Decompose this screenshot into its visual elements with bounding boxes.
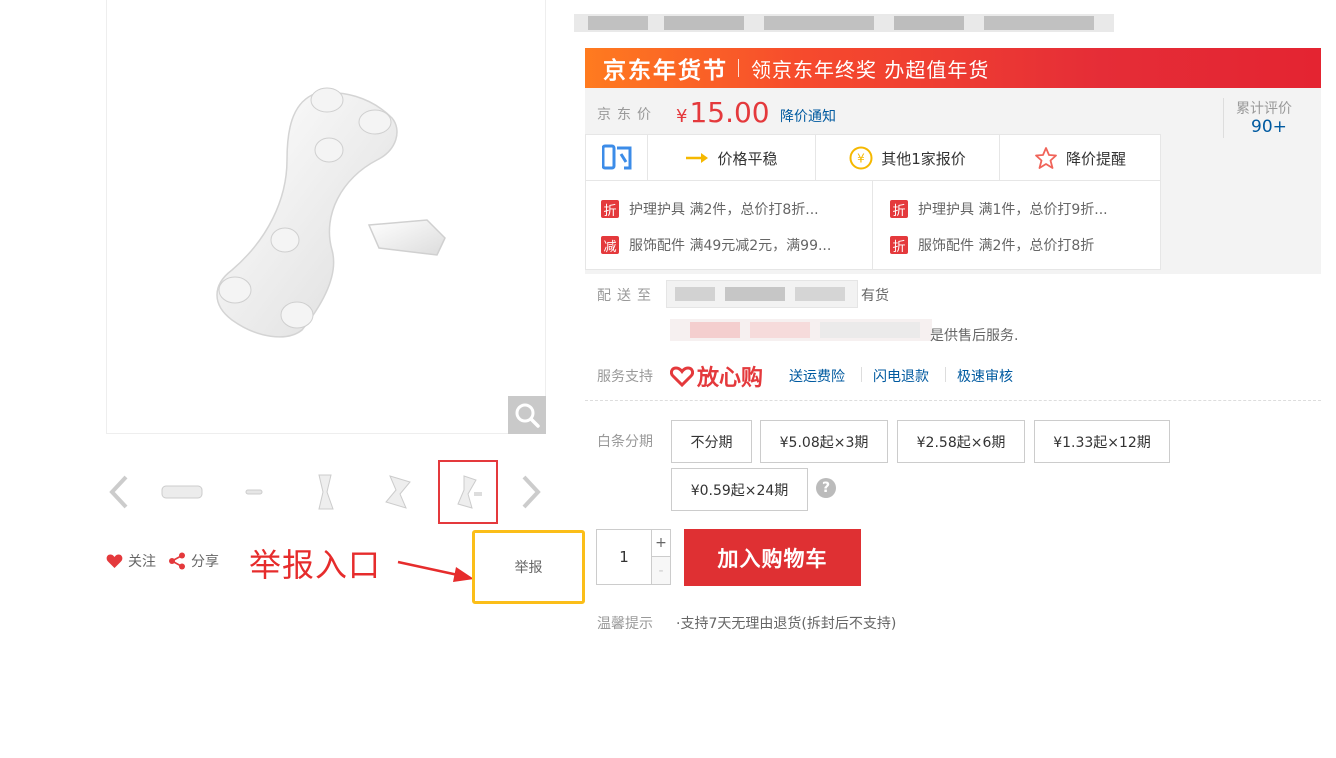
stock-status: 有货 [861, 288, 889, 304]
promo-item[interactable]: 减 服饰配件 满49元减2元，满99... [601, 235, 831, 255]
yen-coin-icon: ¥ [849, 146, 873, 170]
share-button[interactable]: 分享 [168, 551, 219, 571]
installment-option-none[interactable]: 不分期 [671, 420, 752, 463]
heart-outline-icon [670, 366, 694, 387]
promo-text: 护理护具 满1件，总价打9折... [918, 202, 1108, 218]
promo-text: 服饰配件 满2件，总价打8折 [918, 238, 1095, 254]
price-tools-table: 价格平稳 ¥ 其他1家报价 降价提醒 折 护理护具 满2件，总价打8折... 折… [585, 134, 1161, 270]
service-info-redacted [670, 315, 932, 345]
service-link-fast-refund[interactable]: 闪电退款 [873, 366, 929, 386]
chevron-right-icon [522, 475, 541, 509]
help-question-icon[interactable]: ? [816, 478, 836, 498]
fangxin-label: 放心购 [697, 366, 764, 391]
follow-label: 关注 [128, 554, 156, 570]
banner-title: 京东年货节 [603, 58, 728, 84]
thumbnail-prev-arrow[interactable] [104, 472, 134, 512]
promo-tag-discount: 折 [601, 200, 619, 219]
thumbnail-2[interactable] [224, 460, 284, 524]
promo-text: 服饰配件 满49元减2元，满99... [629, 238, 832, 254]
installment-option-12[interactable]: ¥1.33起×12期 [1034, 420, 1170, 463]
tip-text: ·支持7天无理由退货(拆封后不支持) [676, 616, 897, 632]
currency-symbol: ¥ [676, 106, 688, 127]
banner-subtitle: 领京东年终奖 办超值年货 [751, 57, 990, 82]
share-icon [169, 552, 185, 570]
price-amount: 15.00 [689, 96, 770, 129]
zoom-magnifier-button[interactable] [508, 396, 546, 434]
promo-tag-discount: 折 [890, 236, 908, 255]
main-product-image [106, 0, 546, 434]
thumbnail-next-arrow[interactable] [516, 472, 546, 512]
thumbnail-image [161, 485, 203, 499]
thumbnail-3[interactable] [296, 460, 356, 524]
thumbnail-5-selected[interactable] [438, 460, 498, 524]
quantity-input[interactable]: 1 [596, 529, 652, 585]
installment-option-3[interactable]: ¥5.08起×3期 [760, 420, 888, 463]
promo-divider [872, 181, 873, 269]
installment-label: 白条分期 [597, 434, 653, 450]
price-tools-row: 价格平稳 ¥ 其他1家报价 降价提醒 [586, 135, 1160, 181]
price-label: 京东价 [597, 107, 657, 123]
chevron-left-icon [109, 475, 128, 509]
star-outline-icon [1035, 147, 1057, 169]
service-divider [861, 367, 862, 382]
service-support-label: 服务支持 [597, 369, 653, 385]
follow-button[interactable]: 关注 [106, 551, 156, 571]
service-link-fast-review[interactable]: 极速审核 [957, 366, 1013, 386]
installment-option-24[interactable]: ¥0.59起×24期 [671, 468, 808, 511]
tool-price-stable[interactable]: 价格平稳 [648, 135, 816, 181]
price-value: ¥15.00 [676, 96, 770, 129]
price-drop-notice-link[interactable]: 降价通知 [780, 106, 836, 126]
svg-text:¥: ¥ [857, 152, 865, 166]
thumbnail-image [318, 474, 334, 510]
quantity-decrease-button[interactable]: - [651, 556, 671, 585]
report-label: 举报 [514, 560, 543, 576]
tool-other-quotes[interactable]: ¥ 其他1家报价 [816, 135, 1000, 181]
promo-tag-discount: 折 [890, 200, 908, 219]
fangxin-badge[interactable]: 放心购 [670, 360, 763, 392]
service-info-tail: 是供售后服务. [930, 328, 1019, 344]
search-icon [515, 403, 540, 428]
rating-divider [1223, 98, 1224, 138]
tool-price-alert[interactable]: 降价提醒 [1000, 135, 1160, 181]
tip-label: 温馨提示 [597, 616, 653, 632]
service-divider [945, 367, 946, 382]
rating-label: 累计评价 [1236, 101, 1292, 117]
tool-gou[interactable] [586, 135, 648, 181]
promo-item[interactable]: 折 服饰配件 满2件，总价打8折 [890, 235, 1094, 255]
product-title-redacted [574, 14, 1114, 32]
promo-tag-reduce: 减 [601, 236, 619, 255]
tool-price-stable-label: 价格平稳 [717, 149, 778, 168]
service-link-shipping-insurance[interactable]: 送运费险 [789, 366, 845, 386]
thumbnail-4[interactable] [368, 460, 428, 524]
delivery-label: 配送至 [597, 288, 657, 304]
gou-icon [601, 144, 631, 170]
product-photo [216, 87, 446, 338]
share-label: 分享 [191, 554, 219, 570]
thumbnail-image [385, 475, 411, 509]
thumbnail-image [245, 489, 263, 495]
thumbnail-image [457, 475, 482, 509]
banner-divider [738, 59, 739, 77]
rating-count-link[interactable]: 90+ [1251, 117, 1287, 137]
section-divider [585, 400, 1321, 401]
report-button[interactable]: 举报 [472, 530, 585, 604]
add-to-cart-button[interactable]: 加入购物车 [684, 529, 861, 586]
promo-banner[interactable]: 京东年货节 领京东年终奖 办超值年货 [585, 48, 1321, 88]
tool-other-quotes-label: 其他1家报价 [881, 149, 966, 168]
delivery-address-selector-redacted[interactable] [666, 280, 858, 308]
annotation-label: 举报入口 [249, 547, 382, 583]
heart-icon [106, 554, 123, 568]
installment-option-6[interactable]: ¥2.58起×6期 [897, 420, 1025, 463]
promo-item[interactable]: 折 护理护具 满1件，总价打9折... [890, 199, 1108, 219]
annotation-arrow-icon [397, 560, 474, 582]
thumbnail-1[interactable] [152, 460, 212, 524]
promo-text: 护理护具 满2件，总价打8折... [629, 202, 819, 218]
tool-price-alert-label: 降价提醒 [1065, 149, 1126, 168]
quantity-increase-button[interactable]: + [651, 529, 671, 557]
arrow-right-icon [686, 153, 709, 163]
promo-item[interactable]: 折 护理护具 满2件，总价打8折... [601, 199, 819, 219]
